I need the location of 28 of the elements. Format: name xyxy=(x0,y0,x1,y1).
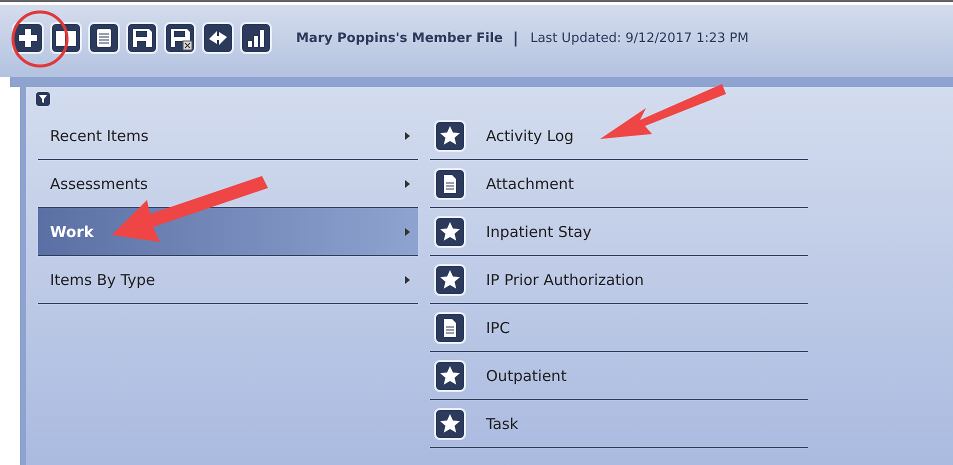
book-button[interactable] xyxy=(50,22,82,54)
last-updated-text: Last Updated: 9/12/2017 1:23 PM xyxy=(530,30,749,46)
notepad-button[interactable] xyxy=(88,22,120,54)
document-icon xyxy=(434,168,466,200)
caret-icon xyxy=(405,132,410,140)
save-close-button[interactable] xyxy=(164,22,196,54)
submenu-item[interactable]: Outpatient xyxy=(486,366,567,384)
window-title: Mary Poppins's Member File xyxy=(296,30,503,46)
chart-button[interactable] xyxy=(240,22,272,54)
sync-button[interactable] xyxy=(202,22,234,54)
menu-item[interactable]: Items By Type xyxy=(38,256,418,304)
title-separator: | xyxy=(512,29,518,47)
submenu-item[interactable]: Task xyxy=(486,414,518,432)
save-button[interactable] xyxy=(126,22,158,54)
filter-icon[interactable] xyxy=(36,92,50,106)
submenu-item[interactable]: Activity Log xyxy=(486,126,574,144)
caret-icon xyxy=(405,228,410,236)
submenu-item[interactable]: Inpatient Stay xyxy=(486,222,592,240)
submenu-item[interactable]: Attachment xyxy=(486,174,574,192)
annotation-circle xyxy=(12,10,68,68)
caret-icon xyxy=(405,276,410,284)
caret-icon xyxy=(405,180,410,188)
add-button[interactable] xyxy=(12,22,44,54)
menu-item[interactable]: Work xyxy=(38,208,418,256)
document-icon xyxy=(434,312,466,344)
submenu-item[interactable]: IPC xyxy=(486,318,510,336)
submenu-item[interactable]: IP Prior Authorization xyxy=(486,270,644,288)
menu-item[interactable]: Recent Items xyxy=(38,112,418,160)
